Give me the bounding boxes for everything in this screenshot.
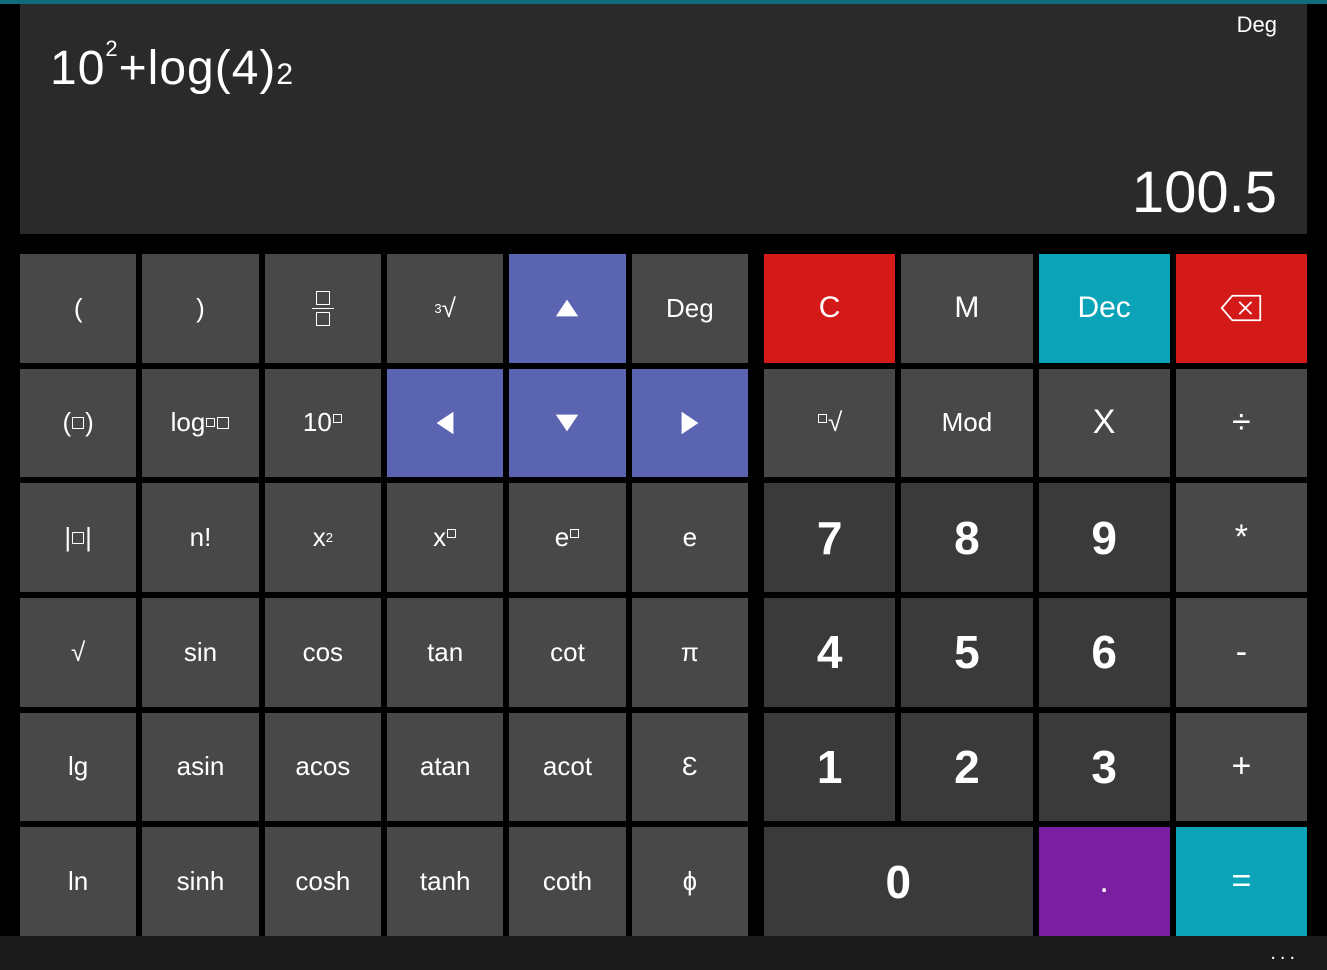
factorial-button[interactable]: n! [142, 483, 258, 592]
triangle-down-icon [553, 409, 581, 437]
clear-button[interactable]: C [764, 254, 895, 363]
numeric-pad: C M Dec √ Mod X ÷ 7 8 9 * 4 5 [764, 254, 1307, 936]
nroot-sym: √ [828, 407, 842, 438]
expression-display: 102+log(4)2 [50, 36, 1277, 96]
digit-8-button[interactable]: 8 [901, 483, 1032, 592]
cos-button[interactable]: cos [265, 598, 381, 707]
triangle-left-icon [431, 409, 459, 437]
memory-button[interactable]: M [901, 254, 1032, 363]
ten-power-button[interactable]: 10 [265, 369, 381, 478]
arrow-down-button[interactable] [509, 369, 625, 478]
e-power-n-button[interactable]: e [509, 483, 625, 592]
triangle-up-icon [553, 294, 581, 322]
digit-1-button[interactable]: 1 [764, 713, 895, 822]
multiply-x-button[interactable]: X [1039, 369, 1170, 478]
cbrt-prefix: 3 [434, 301, 441, 316]
result-display: 100.5 [1132, 159, 1277, 226]
cosh-button[interactable]: cosh [265, 827, 381, 936]
backspace-icon [1220, 294, 1262, 322]
nth-root-button[interactable]: √ [764, 369, 895, 478]
multiply-star-button[interactable]: * [1176, 483, 1307, 592]
epsilon-button[interactable]: Ɛ [632, 713, 748, 822]
logbox-label: log [171, 407, 206, 438]
phi-button[interactable]: ɸ [632, 827, 748, 936]
digit-4-button[interactable]: 4 [764, 598, 895, 707]
calculator-app: Deg 102+log(4)2 100.5 ( ) 3√ Deg () [0, 0, 1327, 970]
sqrt-button[interactable]: √ [20, 598, 136, 707]
ln-button[interactable]: ln [20, 827, 136, 936]
digit-7-button[interactable]: 7 [764, 483, 895, 592]
deg-toggle-button[interactable]: Deg [632, 254, 748, 363]
plus-button[interactable]: + [1176, 713, 1307, 822]
expr-trail: 2 [276, 58, 294, 91]
expr-base: 10 [50, 41, 105, 96]
digit-9-button[interactable]: 9 [1039, 483, 1170, 592]
decimal-point-button[interactable]: . [1039, 827, 1170, 936]
scientific-pad: ( ) 3√ Deg () log 10 [20, 254, 748, 936]
display-panel: Deg 102+log(4)2 100.5 [20, 4, 1307, 234]
cot-button[interactable]: cot [509, 598, 625, 707]
lparen-button[interactable]: ( [20, 254, 136, 363]
parentheses-template-button[interactable]: () [20, 369, 136, 478]
digit-3-button[interactable]: 3 [1039, 713, 1170, 822]
dec-mode-button[interactable]: Dec [1039, 254, 1170, 363]
app-bottom-bar[interactable]: ... [0, 936, 1327, 970]
sinh-button[interactable]: sinh [142, 827, 258, 936]
x-power-n-button[interactable]: x [387, 483, 503, 592]
atan-button[interactable]: atan [387, 713, 503, 822]
coth-button[interactable]: coth [509, 827, 625, 936]
acos-button[interactable]: acos [265, 713, 381, 822]
x2-base: x [313, 522, 326, 553]
fraction-button[interactable] [265, 254, 381, 363]
lg-button[interactable]: lg [20, 713, 136, 822]
digit-5-button[interactable]: 5 [901, 598, 1032, 707]
acot-button[interactable]: acot [509, 713, 625, 822]
tan-button[interactable]: tan [387, 598, 503, 707]
pi-button[interactable]: π [632, 598, 748, 707]
equals-button[interactable]: = [1176, 827, 1307, 936]
arrow-up-button[interactable] [509, 254, 625, 363]
e-constant-button[interactable]: e [632, 483, 748, 592]
en-base: e [555, 522, 569, 553]
more-icon[interactable]: ... [1270, 942, 1299, 965]
minus-button[interactable]: - [1176, 598, 1307, 707]
fraction-icon [312, 291, 334, 327]
expr-exponent: 2 [105, 36, 118, 61]
cube-root-button[interactable]: 3√ [387, 254, 503, 363]
keypad-area: ( ) 3√ Deg () log 10 [0, 234, 1327, 936]
tanh-button[interactable]: tanh [387, 827, 503, 936]
angle-mode-indicator: Deg [1237, 12, 1277, 38]
divide-button[interactable]: ÷ [1176, 369, 1307, 478]
triangle-right-icon [676, 409, 704, 437]
digit-6-button[interactable]: 6 [1039, 598, 1170, 707]
mod-button[interactable]: Mod [901, 369, 1032, 478]
sin-button[interactable]: sin [142, 598, 258, 707]
log-base-button[interactable]: log [142, 369, 258, 478]
digit-0-button[interactable]: 0 [764, 827, 1033, 936]
xn-base: x [433, 522, 446, 553]
cbrt-sym: √ [442, 293, 456, 324]
digit-2-button[interactable]: 2 [901, 713, 1032, 822]
tenpow-base: 10 [303, 407, 332, 438]
x2-exp: 2 [326, 530, 333, 545]
arrow-left-button[interactable] [387, 369, 503, 478]
expr-middle: +log(4) [119, 42, 277, 95]
x-squared-button[interactable]: x2 [265, 483, 381, 592]
abs-button[interactable]: || [20, 483, 136, 592]
backspace-button[interactable] [1176, 254, 1307, 363]
rparen-button[interactable]: ) [142, 254, 258, 363]
asin-button[interactable]: asin [142, 713, 258, 822]
arrow-right-button[interactable] [632, 369, 748, 478]
